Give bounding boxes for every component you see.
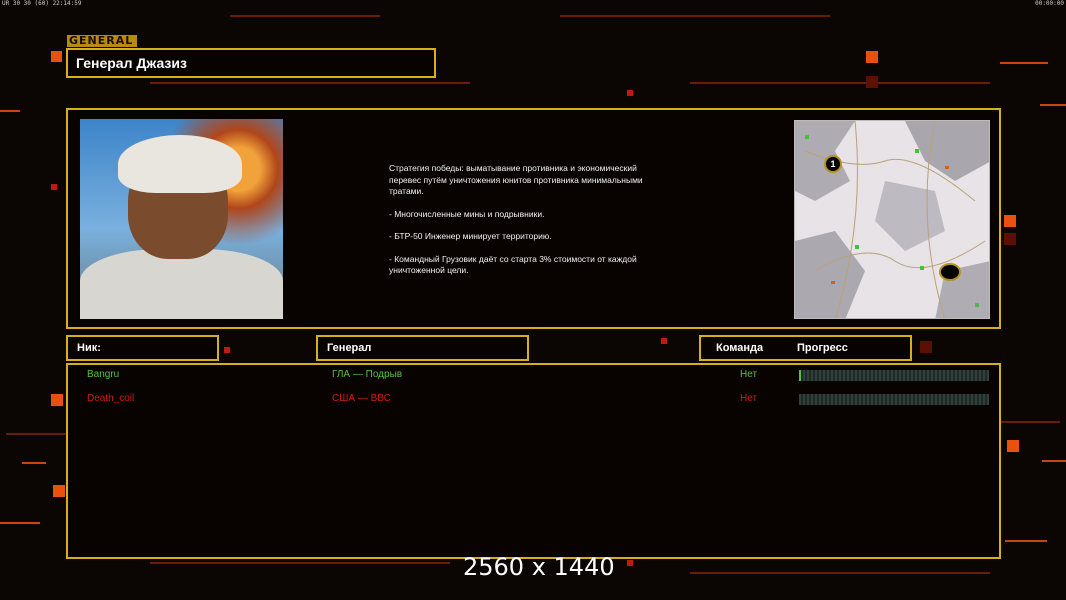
general-tag: GENERAL	[67, 35, 137, 47]
deco-line	[560, 15, 830, 17]
deco-line	[1000, 421, 1060, 423]
player-row[interactable]: Death_coil США — ВВС Нет	[68, 392, 1003, 406]
strategy-paragraph: - Многочисленные мины и подрывники.	[389, 208, 545, 219]
player-general: США — ВВС	[332, 393, 391, 404]
map-preview[interactable]: 1	[794, 120, 990, 319]
deco-line	[6, 433, 66, 435]
deco-line	[1000, 62, 1048, 64]
player-team: Нет	[740, 393, 758, 404]
player-row[interactable]: Bangru ГЛА — Подрыв Нет	[68, 368, 1003, 382]
start-position-2-marker[interactable]	[939, 263, 961, 281]
deco-square	[627, 90, 633, 96]
deco-square	[51, 51, 62, 62]
deco-square	[53, 485, 65, 497]
players-list: Bangru ГЛА — Подрыв Нет Death_coil США —…	[66, 363, 1001, 559]
player-nick: Bangru	[87, 369, 120, 380]
column-header-progress: Прогресс	[797, 342, 848, 354]
deco-line	[690, 82, 990, 84]
progress-bar	[799, 394, 989, 405]
deco-line	[690, 572, 990, 574]
player-general: ГЛА — Подрыв	[332, 369, 403, 380]
start-position-1-marker[interactable]: 1	[824, 155, 842, 173]
deco-line	[0, 110, 20, 112]
strategy-paragraph: - Командный Грузовик даёт со старта 3% с…	[389, 253, 637, 276]
column-header-team: Команда	[716, 342, 764, 354]
deco-square	[920, 341, 932, 353]
progress-bar	[799, 370, 989, 381]
column-header-team-progress: Команда Прогресс	[699, 335, 912, 361]
portrait-turban	[118, 135, 242, 193]
deco-line	[150, 562, 450, 564]
portrait-coat	[80, 249, 283, 319]
deco-square	[866, 51, 878, 63]
deco-line	[1005, 540, 1047, 542]
strategy-paragraph: - БТР-50 Инженер минирует территорию.	[389, 231, 552, 241]
deco-square	[1004, 233, 1016, 245]
column-header-general: Генерал	[316, 335, 529, 361]
player-nick: Death_coil	[87, 393, 135, 404]
strategy-paragraph: Стратегия победы: выматывание противника…	[389, 163, 643, 196]
map-terrain	[795, 121, 989, 318]
deco-square	[51, 394, 63, 406]
deco-square	[627, 560, 633, 566]
deco-line	[0, 522, 40, 524]
column-header-nick: Ник:	[66, 335, 219, 361]
fps-counter: UR 30 30 (60) 22:14:59	[2, 0, 82, 7]
deco-square	[51, 184, 57, 190]
deco-line	[1042, 460, 1066, 462]
deco-square	[661, 338, 667, 344]
deco-square	[1004, 215, 1016, 227]
general-name: Генерал Джазиз	[66, 48, 436, 78]
strategy-description: Стратегия победы: выматывание противника…	[389, 163, 709, 288]
general-portrait	[80, 119, 283, 319]
deco-square	[866, 76, 878, 88]
player-team: Нет	[740, 369, 758, 380]
deco-line	[230, 15, 380, 17]
progress-fill	[799, 370, 801, 381]
deco-line	[1040, 104, 1066, 106]
deco-square	[224, 347, 230, 353]
deco-square	[1007, 440, 1019, 452]
resolution-watermark: 2560 x 1440	[463, 553, 615, 581]
clock: 00:00:00	[1035, 0, 1064, 7]
deco-line	[150, 82, 470, 84]
deco-line	[22, 462, 46, 464]
